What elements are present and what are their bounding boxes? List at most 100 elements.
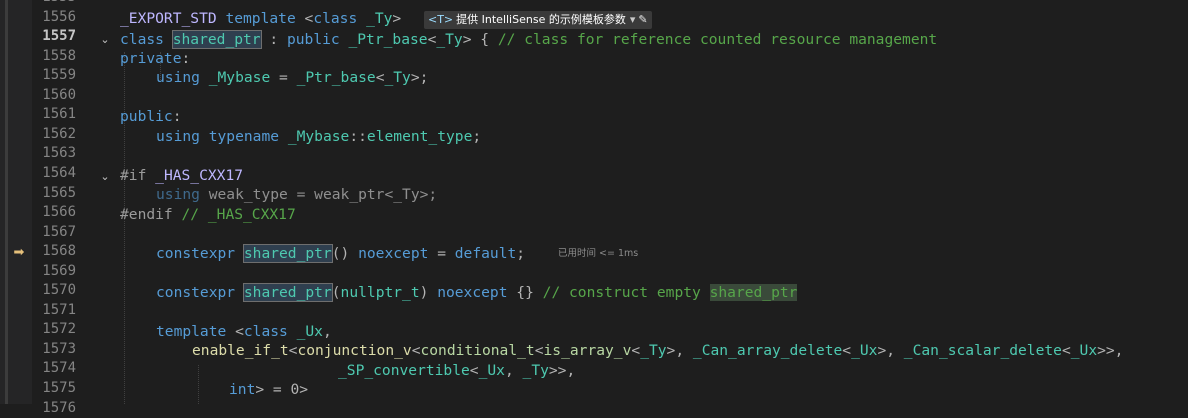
fold-collapse-icon[interactable]: ⌄ — [99, 167, 111, 187]
punct-token: :: — [349, 128, 367, 145]
macro-token: _HAS_CXX17 — [155, 167, 244, 184]
punct-token: = — [428, 245, 455, 262]
punct-token: () — [331, 245, 359, 262]
keyword-token: public — [286, 31, 340, 48]
line-number[interactable]: 1560 — [32, 86, 76, 106]
line-number[interactable]: 1566 — [32, 203, 76, 223]
keyword-token: public — [120, 108, 173, 125]
punct-token: : — [172, 108, 182, 125]
type-token: _Ty — [640, 342, 667, 359]
line-number[interactable]: 1568 — [32, 242, 76, 262]
code-line-1556: _EXPORT_STD template <class _Ty> — [120, 9, 401, 29]
type-token: _Ty — [384, 69, 411, 86]
type-token: _Ux — [1070, 342, 1098, 359]
indent-guide — [198, 365, 199, 404]
code-line-1562: using typename _Mybase::element_type; — [156, 127, 481, 147]
comment-reference-token: shared_ptr — [709, 284, 798, 301]
line-number[interactable]: 1557 — [32, 27, 76, 47]
keyword-token: template — [225, 10, 296, 27]
punct-token: < — [226, 323, 244, 340]
type-token: _Can_scalar_delete — [903, 342, 1062, 359]
line-number[interactable]: 1575 — [32, 379, 76, 399]
glyph-margin[interactable]: ➡ — [0, 0, 32, 404]
keyword-token: template — [156, 323, 227, 340]
chevron-down-icon[interactable]: ▾ — [630, 13, 636, 26]
type-token: _Ux — [851, 342, 878, 359]
punct-token: >; — [410, 69, 429, 86]
line-number[interactable]: 1573 — [32, 340, 76, 360]
line-number[interactable]: 1564 — [32, 164, 76, 184]
line-number[interactable]: 1563 — [32, 144, 76, 164]
template-argument-hint[interactable]: <T> 提供 IntelliSense 的示例模板参数 ▾ ✎ — [424, 11, 652, 29]
hint-text: 提供 IntelliSense 的示例模板参数 — [456, 13, 626, 26]
constructor-name-token[interactable]: shared_ptr — [242, 283, 333, 302]
line-number[interactable]: 1559 — [32, 66, 76, 86]
punct-token: {} — [507, 284, 543, 301]
code-editor[interactable]: ➡ 15551556155715581559156015611562156315… — [0, 0, 1188, 416]
type-token: _Ux — [296, 323, 323, 340]
code-line-1572: template <class _Ux, — [156, 322, 332, 342]
code-line-1557: class shared_ptr : public _Ptr_base<_Ty>… — [120, 30, 937, 50]
punct-token: < — [469, 362, 479, 379]
fold-collapse-icon[interactable]: ⌄ — [99, 30, 111, 50]
template-token: conjunction_v — [297, 342, 412, 359]
type-token: _SP_convertible — [338, 362, 470, 379]
punct-token: = — [270, 69, 297, 86]
punct-token: >, — [877, 342, 904, 359]
type-token: _Ptr_base — [348, 31, 428, 48]
template-token: is_array_v — [543, 342, 632, 359]
keyword-token: int — [229, 381, 256, 398]
keyword-token: default — [454, 245, 517, 262]
type-token: _Ux — [478, 362, 505, 379]
line-number[interactable]: 1565 — [32, 184, 76, 204]
current-statement-arrow-icon[interactable]: ➡ — [12, 246, 26, 260]
template-token: conditional_t — [420, 342, 535, 359]
keyword-token: constexpr — [156, 245, 236, 262]
keyword-token: typename — [208, 128, 280, 145]
punct-token: ) — [419, 284, 438, 301]
punct-token: < — [631, 342, 641, 359]
preprocessor-token: #if — [120, 167, 147, 184]
code-line-1566: #endif // _HAS_CXX17 — [120, 205, 296, 225]
class-name-token[interactable]: shared_ptr — [171, 30, 262, 49]
elapsed-time-lens[interactable]: 已用时间 <= 1ms — [558, 244, 638, 264]
type-token: element_type — [366, 128, 473, 145]
punct-token: ( — [331, 284, 341, 301]
comment-token: // class for reference counted resource … — [497, 31, 938, 48]
line-number[interactable]: 1576 — [32, 399, 76, 418]
line-number[interactable]: 1561 — [32, 105, 76, 125]
line-number[interactable]: 1556 — [32, 8, 76, 28]
line-number[interactable]: 1572 — [32, 320, 76, 340]
line-number[interactable]: 1555 — [32, 0, 76, 8]
line-number[interactable]: 1574 — [32, 359, 76, 379]
type-token: _Mybase — [287, 128, 350, 145]
punct-token: > = 0> — [255, 381, 309, 398]
preprocessor-token: #endif — [120, 206, 173, 223]
constructor-name-token[interactable]: shared_ptr — [242, 244, 333, 263]
code-line-1559: using _Mybase = _Ptr_base<_Ty>; — [156, 68, 428, 88]
type-token: _Can_array_delete — [692, 342, 843, 359]
indent-guide — [124, 52, 125, 404]
line-number[interactable]: 1562 — [32, 125, 76, 145]
keyword-token: noexcept — [437, 284, 508, 301]
keyword-token: class — [313, 10, 358, 27]
code-line-1573: enable_if_t<conjunction_v<conditional_t<… — [192, 341, 1123, 361]
line-number[interactable]: 1571 — [32, 301, 76, 321]
punct-token: < — [1061, 342, 1071, 359]
line-number[interactable]: 1567 — [32, 223, 76, 243]
change-indicator-strip — [5, 0, 8, 404]
code-line-1574: _SP_convertible<_Ux, _Ty>>, — [338, 361, 575, 381]
type-token: _Ty — [436, 31, 463, 48]
line-number[interactable]: 1558 — [32, 47, 76, 67]
pencil-icon[interactable]: ✎ — [638, 13, 647, 26]
keyword-token: class — [243, 323, 288, 340]
code-line-1564: #if _HAS_CXX17 — [120, 166, 243, 186]
line-number[interactable]: 1569 — [32, 262, 76, 282]
keyword-token: noexcept — [358, 245, 429, 262]
keyword-token: using — [156, 128, 200, 145]
code-line-1561: public: — [120, 107, 182, 127]
line-number[interactable]: 1570 — [32, 281, 76, 301]
punct-token: < — [295, 10, 314, 27]
type-token: nullptr_t — [340, 284, 420, 301]
type-token: _Ptr_base — [296, 69, 376, 86]
